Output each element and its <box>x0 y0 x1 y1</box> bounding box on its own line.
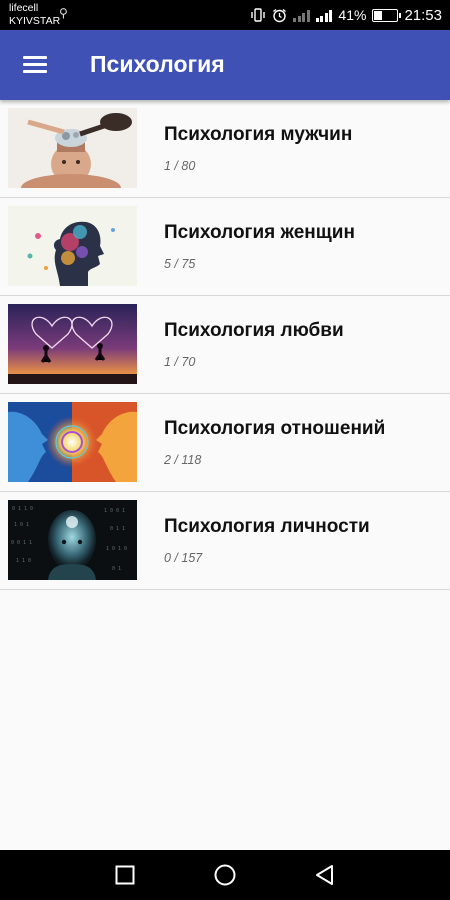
svg-text:0 1 1 0: 0 1 1 0 <box>12 506 33 512</box>
faces-mandala-image <box>8 402 137 482</box>
category-progress: 0 / 157 <box>164 551 203 565</box>
carrier-1: lifecell <box>9 2 39 14</box>
list-item[interactable]: Психология женщин 5 / 75 <box>0 198 450 296</box>
category-list: Психология мужчин 1 / 80 Психология женщ… <box>0 100 450 590</box>
triangle-back-icon[interactable] <box>310 860 340 890</box>
woman-profile-colorful-image <box>8 206 137 286</box>
svg-text:1 1 0: 1 1 0 <box>16 558 31 564</box>
category-progress: 1 / 70 <box>164 355 196 369</box>
svg-text:1 0 1 0: 1 0 1 0 <box>106 546 127 552</box>
digital-head-image: 0 1 1 0 1 0 1 0 0 1 1 1 1 0 1 0 0 1 0 1 1 1 … <box>8 500 137 580</box>
hamburger-menu-icon[interactable] <box>14 45 56 85</box>
alarm-icon <box>273 8 287 22</box>
svg-text:0 0 1 1: 0 0 1 1 <box>11 540 32 546</box>
battery-percent: 41% <box>338 7 367 23</box>
list-item[interactable]: Психология отношений 2 / 118 <box>0 394 450 492</box>
category-title: Психология женщин <box>164 222 355 243</box>
svg-text:1 0 0 1: 1 0 0 1 <box>104 508 125 514</box>
carrier-labels: lifecell KYIVSTAR <box>9 2 60 28</box>
clock: 21:53 <box>404 6 442 24</box>
category-title: Психология мужчин <box>164 124 353 145</box>
vibrate-icon <box>251 8 266 22</box>
square-recents-icon[interactable] <box>110 860 140 890</box>
signal-1-icon <box>293 9 310 22</box>
category-progress: 1 / 80 <box>164 159 196 173</box>
battery-icon <box>372 8 402 22</box>
status-bar: lifecell KYIVSTAR ⚲ 41% 21:53 <box>0 0 450 30</box>
category-title: Психология личности <box>164 516 370 537</box>
man-brain-gears-image <box>8 108 137 188</box>
svg-text:0 1: 0 1 <box>112 566 121 572</box>
status-icons: 41% 21:53 <box>250 0 442 30</box>
app-toolbar: Психология <box>0 30 450 100</box>
couple-hearts-sunset-image <box>8 304 137 384</box>
category-progress: 2 / 118 <box>164 453 202 467</box>
usb-icon: ⚲ <box>59 6 68 20</box>
list-item[interactable]: Психология любви 1 / 70 <box>0 296 450 394</box>
page-title: Психология <box>90 51 225 77</box>
signal-2-icon <box>315 9 333 22</box>
circle-home-icon[interactable] <box>210 860 240 890</box>
list-item[interactable]: 0 1 1 0 1 0 1 0 0 1 1 1 1 0 1 0 0 1 0 1 1 1 … <box>0 492 450 590</box>
svg-text:1 0 1: 1 0 1 <box>14 522 29 528</box>
list-item[interactable]: Психология мужчин 1 / 80 <box>0 100 450 198</box>
category-progress: 5 / 75 <box>164 257 196 271</box>
system-nav-bar <box>0 850 450 900</box>
category-title: Психология любви <box>164 320 344 341</box>
category-title: Психология отношений <box>164 418 386 439</box>
carrier-2: KYIVSTAR <box>9 15 61 27</box>
svg-text:0 1 1: 0 1 1 <box>110 526 125 532</box>
